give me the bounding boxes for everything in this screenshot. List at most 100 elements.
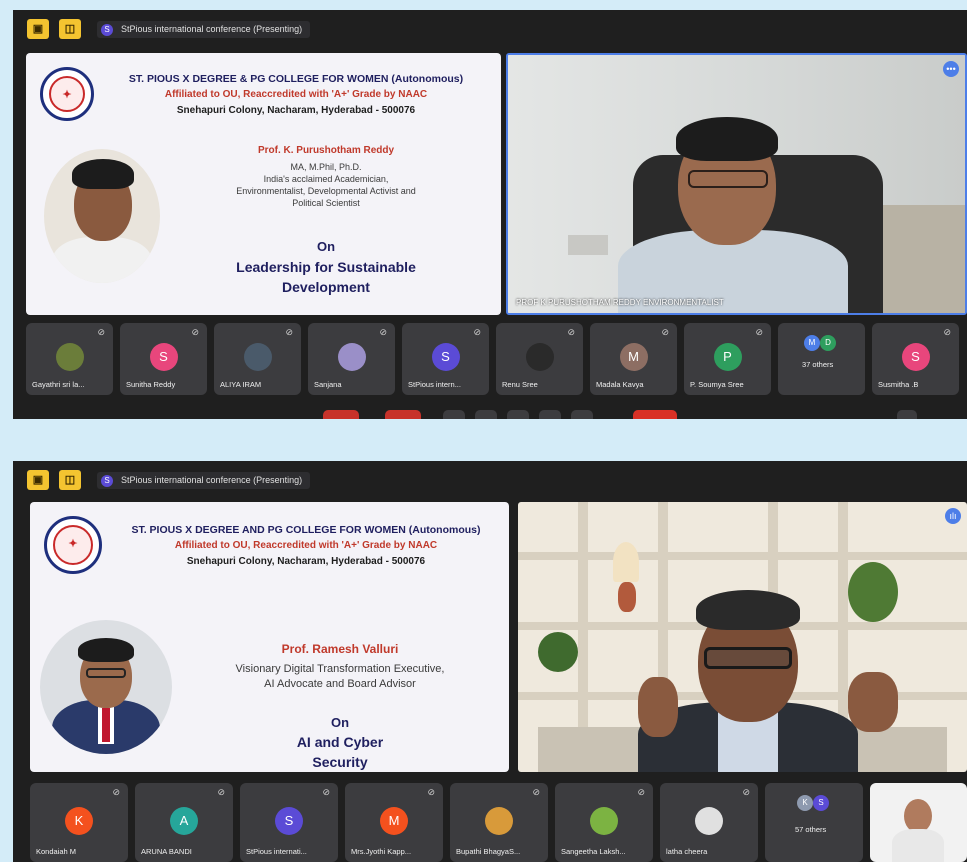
college-address: Snehapuri Colony, Nacharam, Hyderabad - …: [176, 105, 416, 116]
presenting-label: StPious international conference (Presen…: [121, 24, 303, 34]
participant-tile[interactable]: ⊘ A ARUNA BANDI: [135, 783, 233, 862]
college-logo: ✦: [44, 516, 102, 574]
speaking-indicator-icon: ılı: [945, 508, 961, 524]
speaker-video[interactable]: ••• PROF K PURUSHOTHAM REDDY ENVIRONMENT…: [506, 53, 967, 315]
avatar: [55, 343, 84, 371]
avatar: S: [901, 343, 930, 371]
participant-tile[interactable]: ⊘ Bupathi BhagyaS...: [450, 783, 548, 862]
college-name: ST. PIOUS X DEGREE & PG COLLEGE FOR WOME…: [128, 73, 464, 85]
mini-avatar: M: [804, 335, 820, 351]
avatar: [525, 343, 554, 371]
participant-tile[interactable]: ⊘ S Sunitha Reddy: [120, 323, 207, 395]
presenting-chip[interactable]: S StPious international conference (Prese…: [97, 21, 311, 38]
mini-avatar: S: [813, 795, 829, 811]
topic-line: Security: [312, 753, 368, 770]
participant-tile[interactable]: ⊘ M Mrs.Jyothi Kapp...: [345, 783, 443, 862]
speaker-name: Prof. Ramesh Valluri: [281, 642, 399, 656]
avatar: S: [431, 343, 460, 371]
presenting-label: StPious international conference (Presen…: [121, 475, 303, 485]
captions-button[interactable]: [443, 410, 465, 419]
mic-off-icon: ⊘: [285, 327, 293, 337]
participant-tile[interactable]: ⊘ S Susmitha .B: [872, 323, 959, 395]
more-options-icon[interactable]: •••: [943, 61, 959, 77]
participant-tile[interactable]: ⊘ Sanjana: [308, 323, 395, 395]
avatar: [695, 807, 723, 835]
logo-emblem: ✦: [53, 525, 93, 565]
mic-off-icon: ⊘: [637, 787, 645, 797]
participant-tile[interactable]: ⊘ Gayathri sri la...: [26, 323, 113, 395]
speaker-desc-line: MA, M.Phil, Ph.D.: [290, 162, 362, 172]
participant-tile[interactable]: ⊘ K Kondaiah M: [30, 783, 128, 862]
meet-window-1: ▣ ◫ S StPious international conference (P…: [13, 10, 967, 419]
speaker-desc-line: Political Scientist: [292, 198, 360, 209]
camera-button[interactable]: [385, 410, 421, 419]
participant-name: StPious internati...: [246, 847, 307, 856]
speaker-desc-line: India's acclaimed Academician,: [263, 174, 389, 185]
mic-off-icon: ⊘: [379, 327, 387, 337]
participant-tile[interactable]: ⊘ M Madala Kavya: [590, 323, 677, 395]
mic-off-icon: ⊘: [755, 327, 763, 337]
speaker-description: MA, M.Phil, Ph.D. India's acclaimed Acad…: [176, 161, 476, 210]
avatar: [243, 343, 272, 371]
on-label: On: [330, 715, 350, 730]
participant-tile[interactable]: ⊘ latha cheera: [660, 783, 758, 862]
others-tile[interactable]: K S 57 others: [765, 783, 863, 862]
participant-tile[interactable]: ⊘ S StPious intern...: [402, 323, 489, 395]
presentation-slide: ✦ ST. PIOUS X DEGREE AND PG COLLEGE FOR …: [30, 502, 509, 772]
pip-icon[interactable]: ◫: [59, 19, 81, 39]
video-name-tag: PROF K PURUSHOTHAM REDDY ENVIRONMENTALIS…: [516, 298, 724, 307]
participant-tile[interactable]: ⊘ P P. Soumya Sree: [684, 323, 771, 395]
participant-strip: ⊘ Gayathri sri la... ⊘ S Sunitha Reddy ⊘…: [13, 323, 967, 399]
talk-topic: Leadership for Sustainable Development: [176, 258, 476, 297]
layout-icon[interactable]: ▣: [27, 470, 49, 490]
avatar: [485, 807, 513, 835]
self-view-body: [892, 829, 944, 862]
mic-button[interactable]: [323, 410, 359, 419]
avatar: P: [713, 343, 742, 371]
mic-off-icon: ⊘: [97, 327, 105, 337]
mic-off-icon: ⊘: [322, 787, 330, 797]
others-tile[interactable]: M D 37 others: [778, 323, 865, 395]
participant-tile[interactable]: ⊘ Renu Sree: [496, 323, 583, 395]
more-button[interactable]: [571, 410, 593, 419]
participant-tile[interactable]: ⊘ Sangeetha Laksh...: [555, 783, 653, 862]
talk-topic: AI and Cyber Security: [180, 733, 500, 772]
people-button[interactable]: [897, 410, 917, 419]
on-label: On: [316, 239, 336, 254]
college-affiliation: Affiliated to OU, Reaccredited with 'A+'…: [164, 89, 428, 100]
avatar: M: [380, 807, 408, 835]
speaker-desc-line: Environmentalist, Developmental Activist…: [236, 186, 416, 197]
college-name: ST. PIOUS X DEGREE AND PG COLLEGE FOR WO…: [131, 524, 481, 536]
speaker-name: Prof. K. Purushotham Reddy: [257, 145, 395, 156]
leave-call-button[interactable]: [633, 410, 677, 419]
pip-icon[interactable]: ◫: [59, 470, 81, 490]
speaker-description: Visionary Digital Transformation Executi…: [180, 662, 500, 692]
participant-name: Bupathi BhagyaS...: [456, 847, 521, 856]
meet-window-2: ▣ ◫ S StPious international conference (P…: [13, 461, 967, 862]
participant-name: ALIYA IRAM: [220, 380, 262, 389]
participant-name: Renu Sree: [502, 380, 538, 389]
college-logo: ✦: [40, 67, 94, 121]
logo-emblem: ✦: [49, 76, 85, 112]
participant-name: Sanjana: [314, 380, 342, 389]
participant-tile[interactable]: ⊘ S StPious internati...: [240, 783, 338, 862]
raise-hand-button[interactable]: [539, 410, 561, 419]
topic-line: AI and Cyber: [296, 734, 384, 750]
participant-name: Mrs.Jyothi Kapp...: [351, 847, 412, 856]
self-view-tile[interactable]: [870, 783, 967, 862]
control-bar: [13, 407, 967, 419]
avatar: S: [275, 807, 303, 835]
present-button[interactable]: [507, 410, 529, 419]
presenting-chip[interactable]: S StPious international conference (Prese…: [97, 472, 311, 489]
layout-icon[interactable]: ▣: [27, 19, 49, 39]
participant-name: ARUNA BANDI: [141, 847, 192, 856]
emoji-button[interactable]: [475, 410, 497, 419]
top-bar: ▣ ◫ S StPious international conference (P…: [13, 10, 967, 48]
mic-off-icon: ⊘: [567, 327, 575, 337]
avatar: A: [170, 807, 198, 835]
participant-name: Kondaiah M: [36, 847, 77, 856]
avatar: [590, 807, 618, 835]
participant-tile[interactable]: ⊘ ALIYA IRAM: [214, 323, 301, 395]
speaker-video[interactable]: ılı: [518, 502, 967, 772]
speaker-photo: [40, 620, 172, 754]
